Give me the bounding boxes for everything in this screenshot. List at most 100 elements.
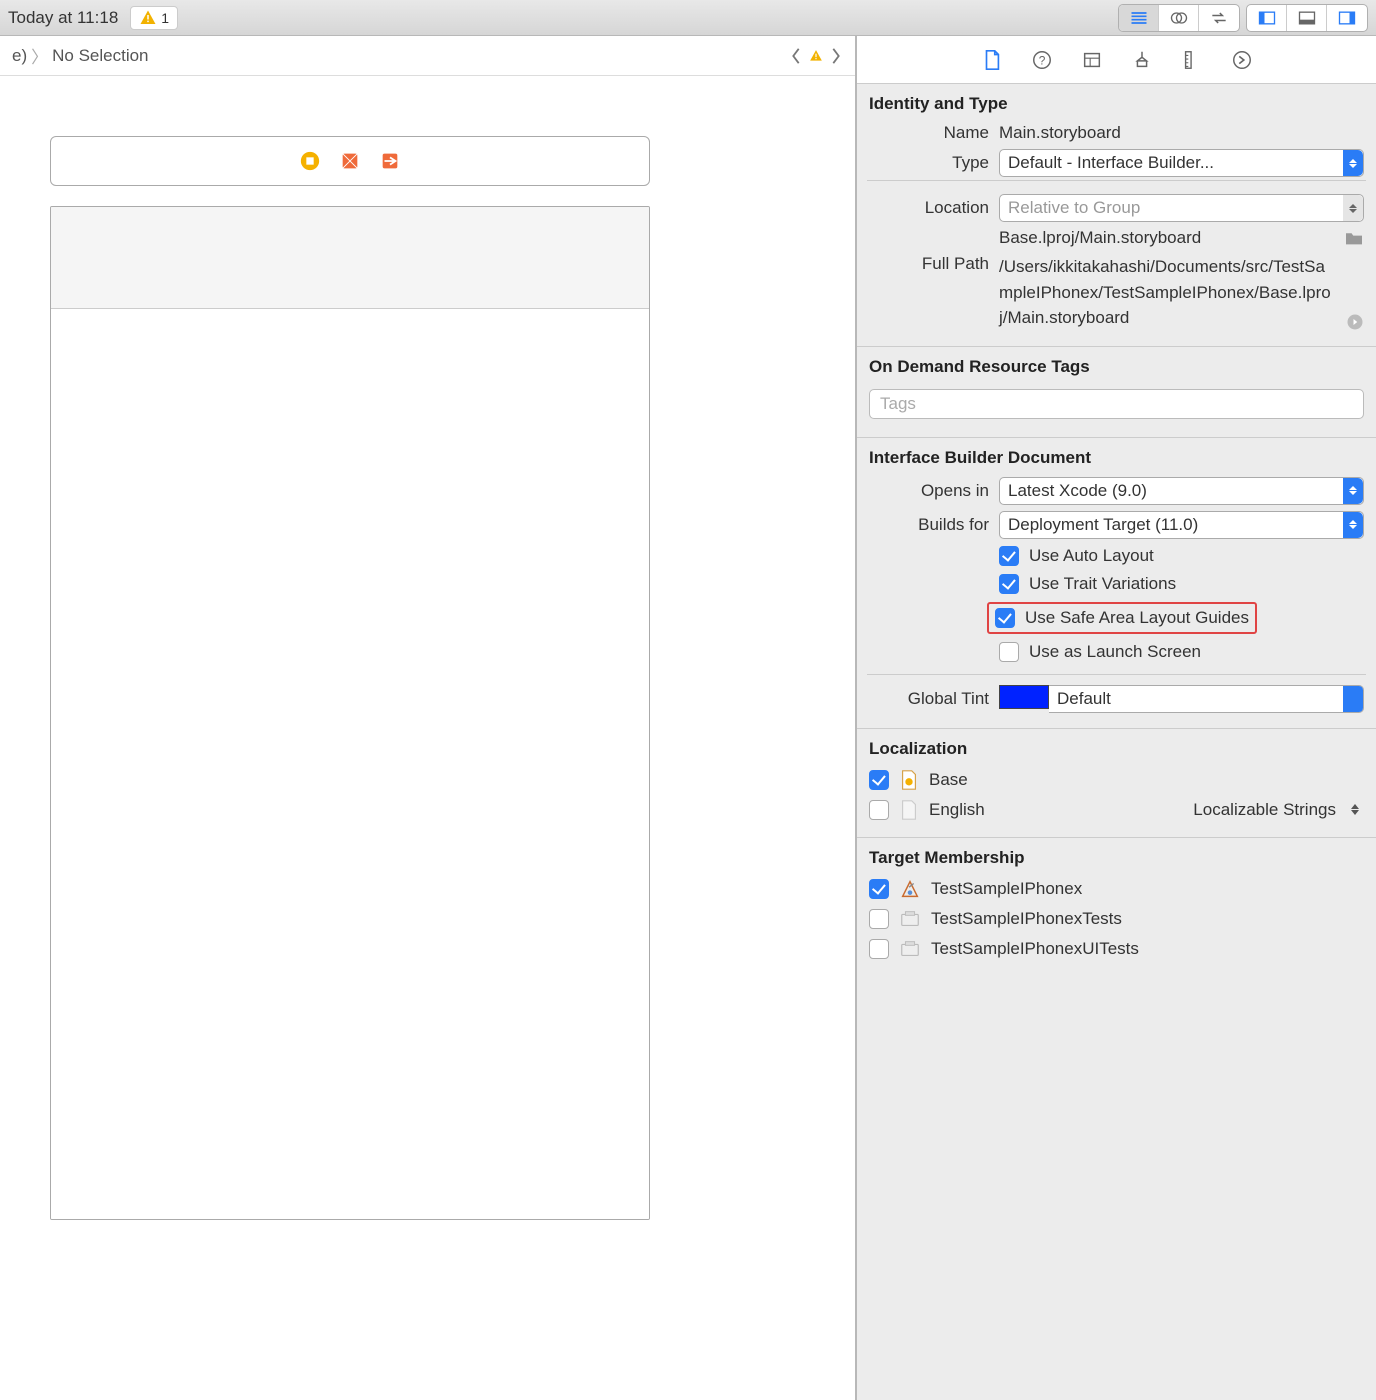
- location-select[interactable]: Relative to Group: [999, 194, 1364, 222]
- panels-group: [1246, 4, 1368, 32]
- venn-icon: [1169, 8, 1189, 28]
- localization-section: Localization Base English Localizable St…: [857, 729, 1376, 838]
- view-content[interactable]: [51, 309, 649, 1219]
- select-arrows-icon: [1343, 195, 1363, 221]
- exit-icon: [379, 150, 401, 172]
- base-checkbox[interactable]: [869, 770, 889, 790]
- location-path: Base.lproj/Main.storyboard: [999, 228, 1334, 248]
- select-arrows-icon: [1343, 512, 1363, 538]
- canvas-area: e) 〉 No Selection: [0, 36, 856, 1400]
- english-checkbox[interactable]: [869, 800, 889, 820]
- breadcrumb-prefix: e): [12, 46, 27, 66]
- section-title: Interface Builder Document: [857, 438, 1376, 474]
- size-inspector-tab[interactable]: [1180, 48, 1204, 72]
- target-app-label: TestSampleIPhonex: [931, 879, 1082, 899]
- safe-area-label: Use Safe Area Layout Guides: [1025, 608, 1249, 628]
- bottom-panel-icon: [1297, 8, 1317, 28]
- version-editor-button[interactable]: [1199, 5, 1239, 31]
- tint-value: Default: [1057, 689, 1111, 709]
- auto-layout-checkbox[interactable]: [999, 546, 1019, 566]
- svg-text:?: ?: [1038, 53, 1045, 67]
- type-select[interactable]: Default - Interface Builder...: [999, 149, 1364, 177]
- builds-value: Deployment Target (11.0): [1008, 515, 1198, 535]
- target-uitests-checkbox[interactable]: [869, 939, 889, 959]
- section-title: Identity and Type: [857, 84, 1376, 120]
- file-inspector-tab[interactable]: [980, 48, 1004, 72]
- section-title: Target Membership: [857, 838, 1376, 874]
- prev-icon[interactable]: [789, 47, 803, 65]
- target-membership-section: Target Membership TestSampleIPhonex Test…: [857, 838, 1376, 976]
- localization-english-row: English Localizable Strings: [857, 795, 1376, 825]
- ibdoc-section: Interface Builder Document Opens in Late…: [857, 438, 1376, 729]
- launch-screen-label: Use as Launch Screen: [1029, 642, 1201, 662]
- connections-inspector-tab[interactable]: [1230, 48, 1254, 72]
- lines-icon: [1129, 8, 1149, 28]
- type-label: Type: [869, 153, 999, 173]
- target-app-checkbox[interactable]: [869, 879, 889, 899]
- odr-section: On Demand Resource Tags Tags: [857, 347, 1376, 438]
- select-arrows-icon[interactable]: [1346, 804, 1364, 815]
- tint-select[interactable]: Default: [1049, 685, 1364, 713]
- jump-bar: e) 〉 No Selection: [0, 36, 855, 76]
- fullpath-value: /Users/ikkitakahashi/Documents/src/TestS…: [999, 254, 1338, 331]
- view-controller-icon: [339, 150, 361, 172]
- section-title: On Demand Resource Tags: [857, 347, 1376, 383]
- help-icon: ?: [1031, 49, 1053, 71]
- target-row-uitests: TestSampleIPhonexUITests: [857, 934, 1376, 964]
- target-tests-checkbox[interactable]: [869, 909, 889, 929]
- test-target-icon: [899, 908, 921, 930]
- trait-variations-checkbox[interactable]: [999, 574, 1019, 594]
- localization-base-row: Base: [857, 765, 1376, 795]
- chevron-right-icon: 〉: [31, 43, 48, 68]
- english-type: Localizable Strings: [1193, 800, 1336, 820]
- identity-icon: [1081, 49, 1103, 71]
- warnings-badge[interactable]: 1: [130, 6, 178, 30]
- warning-icon[interactable]: [809, 47, 823, 65]
- file-inspector: ? Identity and Type Name Main.storyboard: [856, 36, 1376, 1400]
- view-controller-scene[interactable]: [50, 206, 650, 1220]
- section-title: Localization: [857, 729, 1376, 765]
- breadcrumb-selection: No Selection: [52, 46, 148, 66]
- builds-select[interactable]: Deployment Target (11.0): [999, 511, 1364, 539]
- toggle-navigator-button[interactable]: [1247, 5, 1287, 31]
- launch-screen-checkbox[interactable]: [999, 642, 1019, 662]
- reveal-icon[interactable]: [1346, 313, 1364, 331]
- attributes-inspector-tab[interactable]: [1130, 48, 1154, 72]
- tint-label: Global Tint: [869, 689, 999, 709]
- safe-area-row: Use Safe Area Layout Guides: [857, 598, 1376, 638]
- top-toolbar: Today at 11:18 1: [0, 0, 1376, 36]
- tint-color-swatch[interactable]: [999, 685, 1049, 709]
- toggle-debug-button[interactable]: [1287, 5, 1327, 31]
- select-arrows-icon: [1343, 150, 1363, 176]
- identity-inspector-tab[interactable]: [1080, 48, 1104, 72]
- next-icon[interactable]: [829, 47, 843, 65]
- quick-help-tab[interactable]: ?: [1030, 48, 1054, 72]
- scene-dock[interactable]: [50, 136, 650, 186]
- tags-placeholder: Tags: [880, 394, 916, 414]
- base-label: Base: [929, 770, 968, 790]
- canvas-body[interactable]: [0, 76, 855, 1400]
- breadcrumb[interactable]: e) 〉 No Selection: [12, 43, 149, 68]
- navigation-bar[interactable]: [51, 207, 649, 309]
- tags-input[interactable]: Tags: [869, 389, 1364, 419]
- storyboard-file-icon: [899, 769, 919, 791]
- fullpath-label: Full Path: [869, 254, 999, 274]
- file-icon: [981, 49, 1003, 71]
- select-arrows-icon: [1343, 686, 1363, 712]
- toggle-utilities-button[interactable]: [1327, 5, 1367, 31]
- trait-variations-label: Use Trait Variations: [1029, 574, 1176, 594]
- opensin-select[interactable]: Latest Xcode (9.0): [999, 477, 1364, 505]
- folder-icon[interactable]: [1344, 230, 1364, 246]
- identity-section: Identity and Type Name Main.storyboard T…: [857, 84, 1376, 347]
- name-value: Main.storyboard: [999, 123, 1364, 143]
- assistant-editor-button[interactable]: [1159, 5, 1199, 31]
- left-panel-icon: [1257, 8, 1277, 28]
- select-arrows-icon: [1343, 478, 1363, 504]
- editor-mode-group: [1118, 4, 1240, 32]
- safe-area-checkbox[interactable]: [995, 608, 1015, 628]
- right-panel-icon: [1337, 8, 1357, 28]
- arrow-circle-icon: [1231, 49, 1253, 71]
- standard-editor-button[interactable]: [1119, 5, 1159, 31]
- arrows-icon: [1209, 8, 1229, 28]
- first-responder-icon: [299, 150, 321, 172]
